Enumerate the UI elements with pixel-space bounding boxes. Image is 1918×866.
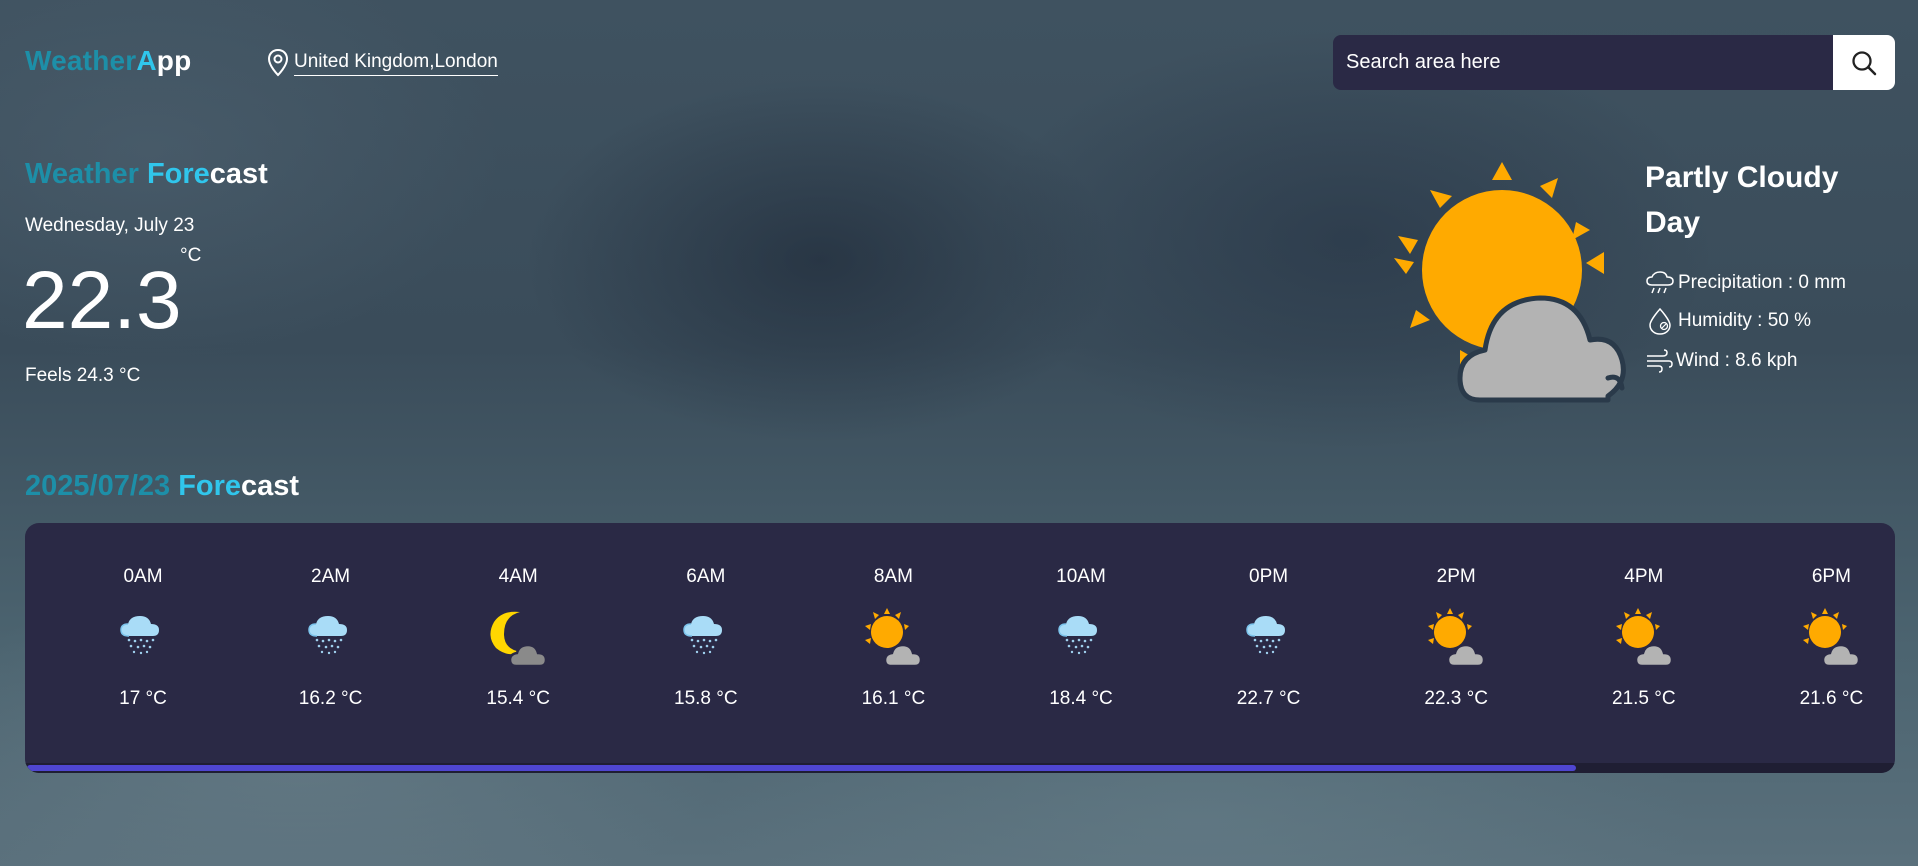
partly-cloudy-day-icon — [1550, 606, 1738, 670]
hour-time: 4PM — [1624, 566, 1664, 587]
scrollbar-thumb[interactable] — [27, 765, 1576, 771]
temperature-unit: °C — [180, 245, 202, 266]
wind-row: Wind : 8.6 kph — [1645, 348, 1797, 374]
precipitation-icon — [1646, 271, 1674, 294]
hourly-title-part-1: 2025/07/23 — [25, 470, 179, 502]
rain-icon — [49, 606, 237, 670]
logo-part-1: Weather — [25, 45, 137, 76]
partly-cloudy-day-icon — [1390, 150, 1650, 415]
rain-icon — [237, 606, 425, 670]
hour-temperature: 16.2 °C — [298, 688, 363, 709]
forecast-title-part-1: Weather — [25, 158, 147, 190]
horizontal-scrollbar[interactable] — [25, 763, 1895, 773]
rain-icon — [987, 606, 1175, 670]
partly-cloudy-day-icon — [1737, 606, 1895, 670]
rain-icon — [1175, 606, 1363, 670]
rain-icon — [612, 606, 800, 670]
wind-text: Wind : 8.6 kph — [1676, 350, 1798, 371]
hour-item: 2PM 22.3 °C — [1362, 565, 1550, 710]
hour-item: 4AM 15.4 °C — [424, 565, 612, 710]
partly-cloudy-day-icon — [799, 606, 987, 670]
hour-temperature: 15.4 °C — [486, 688, 550, 709]
search-input[interactable] — [1333, 35, 1833, 90]
hourly-forecast-panel[interactable]: 0AM 17 °C 2AM 16.2 °C 4AM 15.4 °C 6AM 15.8 °C 8A… — [25, 523, 1895, 773]
humidity-row: Humidity : 50 % — [1645, 306, 1811, 336]
hour-temperature: 16.1 °C — [861, 688, 926, 709]
hour-item: 4PM 21.5 °C — [1550, 565, 1738, 710]
location-link[interactable]: United Kingdom,London — [266, 48, 498, 78]
condition-text: Partly Cloudy Day — [1645, 161, 1839, 239]
humidity-icon — [1649, 307, 1671, 335]
location-text: United Kingdom,London — [294, 51, 498, 76]
hour-time: 2AM — [311, 566, 351, 587]
hour-time: 10AM — [1056, 566, 1106, 587]
precipitation-text: Precipitation : 0 mm — [1678, 272, 1846, 293]
search-icon — [1852, 50, 1877, 75]
hour-temperature: 21.6 °C — [1799, 688, 1864, 709]
humidity-text: Humidity : 50 % — [1678, 310, 1812, 331]
current-temperature: 22.3 — [22, 255, 182, 346]
wind-icon — [1647, 349, 1673, 373]
hour-item: 0PM 22.7 °C — [1175, 565, 1363, 710]
hourly-title-part-2: Fore — [178, 470, 242, 502]
hour-time: 4AM — [498, 566, 538, 587]
hour-time: 6AM — [686, 566, 726, 587]
hourly-forecast-title: 2025/07/23 Forecast — [25, 470, 299, 503]
hour-temperature: 15.8 °C — [674, 688, 738, 709]
hour-item: 6PM 21.6 °C — [1737, 565, 1895, 710]
hour-temperature: 17 °C — [119, 688, 167, 709]
hour-time: 8AM — [873, 566, 913, 587]
hourly-forecast-list: 0AM 17 °C 2AM 16.2 °C 4AM 15.4 °C 6AM 15.8 °C 8A… — [25, 523, 1895, 763]
partly-cloudy-day-icon — [1362, 606, 1550, 670]
forecast-title-part-2: Fore — [146, 158, 210, 190]
logo-part-2: A — [136, 45, 157, 76]
hour-time: 6PM — [1811, 566, 1851, 587]
search-button[interactable] — [1833, 35, 1895, 90]
hour-temperature: 22.3 °C — [1424, 688, 1488, 709]
hour-item: 0AM 17 °C — [49, 565, 237, 710]
forecast-title-part-3: cast — [209, 158, 268, 190]
hour-temperature: 21.5 °C — [1612, 688, 1676, 709]
hour-item: 6AM 15.8 °C — [612, 565, 800, 710]
partly-cloudy-night-icon — [424, 606, 612, 670]
hour-time: 2PM — [1436, 566, 1476, 587]
app-logo[interactable]: WeatherApp — [25, 45, 191, 77]
search-bar — [1333, 35, 1895, 90]
hour-temperature: 22.7 °C — [1236, 688, 1301, 709]
forecast-title: Weather Forecast — [25, 158, 268, 191]
hour-item: 8AM 16.1 °C — [799, 565, 987, 710]
hour-temperature: 18.4 °C — [1049, 688, 1113, 709]
hour-time: 0PM — [1249, 566, 1289, 587]
logo-part-3: pp — [156, 45, 192, 76]
hour-time: 0AM — [123, 566, 163, 587]
hour-item: 2AM 16.2 °C — [237, 565, 425, 710]
precipitation-row: Precipitation : 0 mm — [1645, 270, 1846, 296]
location-pin-icon — [267, 48, 289, 77]
hour-item: 10AM 18.4 °C — [987, 565, 1175, 710]
current-date: Wednesday, July 23 — [25, 215, 195, 236]
hourly-title-part-3: cast — [241, 470, 300, 502]
feels-like: Feels 24.3 °C — [25, 365, 141, 386]
